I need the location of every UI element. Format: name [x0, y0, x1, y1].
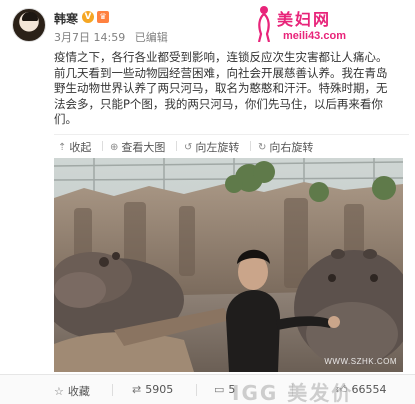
post-footer: ☆ 收藏 ⇄ 5905 ▭ 5 👍︎ 66554 IGG 美发价 [0, 374, 415, 404]
comment-icon: ▭ [214, 383, 225, 396]
collapse-icon: ⇡ [58, 141, 67, 153]
overlay-watermark: IGG 美发价 [232, 381, 354, 404]
hippo-photo [54, 158, 403, 372]
post-text: 疫情之下，各行各业都受到影响，连锁反应次生灾害都让人痛心。 前几天看到一些动物园… [54, 50, 409, 128]
repost-count: 5905 [145, 383, 174, 396]
repost-button[interactable]: ⇄ 5905 [132, 383, 173, 396]
post-image[interactable]: WWW.SZHK.COM [54, 158, 403, 372]
collapse-button[interactable]: ⇡ 收起 [58, 139, 91, 155]
username[interactable]: 韩寒 [54, 10, 78, 27]
verified-icon: V [82, 11, 94, 23]
post-meta: 3月7日 14:59 已编辑 [54, 29, 174, 45]
rotate-right-icon: ↻ [258, 141, 267, 153]
rotate-right-label: 向右旋转 [269, 141, 314, 154]
watermark-title: 美妇网 [277, 10, 332, 29]
like-count: 66554 [351, 383, 387, 396]
view-large-button[interactable]: ⊕ 查看大图 [110, 139, 165, 155]
post-text-line: 野生动物世界认养了两只河马，取名为憨憨和汗汗。特殊时期，无 [54, 81, 388, 96]
rotate-left-icon: ↺ [184, 141, 193, 153]
rotate-left-button[interactable]: ↺ 向左旋转 [184, 139, 239, 155]
image-toolbar: ⇡ 收起 ⊕ 查看大图 ↺ 向左旋转 ↻ 向右旋转 [54, 134, 409, 156]
site-watermark: 美妇网 meili43.com [253, 4, 413, 48]
post-text-line: 疫情之下，各行各业都受到影响，连锁反应次生灾害都让人痛心。 [54, 50, 388, 64]
favorite-label: 收藏 [67, 385, 90, 398]
post-text-line: 法会多，只能P个图，我的两只河马，你们先马住，以后再来看你 [54, 96, 383, 111]
rotate-left-label: 向左旋转 [195, 141, 240, 154]
avatar[interactable] [12, 8, 46, 42]
post-text-line: 前几天看到一些动物园经营困难，向社会开展慈善认养。我在青岛 [54, 65, 388, 80]
zoom-in-icon: ⊕ [110, 141, 119, 153]
view-large-label: 查看大图 [121, 141, 166, 154]
edited-label[interactable]: 已编辑 [135, 31, 168, 44]
repost-icon: ⇄ [132, 383, 142, 396]
collapse-label: 收起 [69, 141, 92, 154]
member-badge-icon: ♛ [97, 11, 109, 23]
rotate-right-button[interactable]: ↻ 向右旋转 [258, 139, 313, 155]
photo-watermark: WWW.SZHK.COM [324, 357, 397, 366]
star-icon: ☆ [54, 384, 64, 398]
woman-silhouette-icon [257, 6, 271, 42]
post-text-line: 们。 [54, 112, 77, 127]
favorite-button[interactable]: ☆ 收藏 [54, 383, 90, 399]
post-date[interactable]: 3月7日 14:59 [54, 31, 125, 44]
watermark-url: meili43.com [283, 30, 346, 42]
